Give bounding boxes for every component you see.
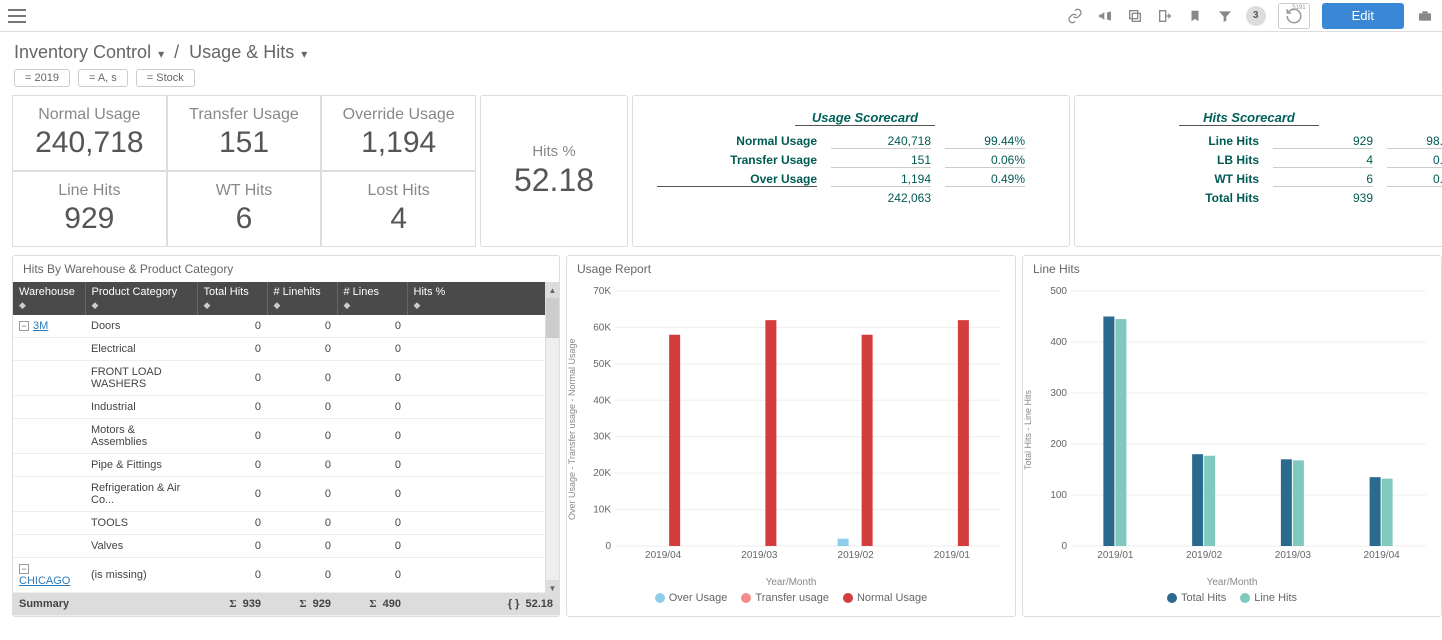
col-product-category[interactable]: Product Category◆ — [85, 282, 197, 315]
hits-scorecard: Hits Scorecard Line Hits92998.94% LB Hit… — [1074, 95, 1442, 247]
col-lines[interactable]: # Lines◆ — [337, 282, 407, 315]
kpi-line-hits: Line Hits929 — [12, 171, 167, 247]
scroll-up-icon[interactable]: ▲ — [546, 282, 559, 298]
col-warehouse[interactable]: Warehouse◆ — [13, 282, 85, 315]
line-hits-title: Line Hits — [1023, 256, 1441, 282]
col-hits-pct[interactable]: Hits %◆ — [407, 282, 559, 315]
svg-text:2019/03: 2019/03 — [741, 550, 778, 561]
hits-table[interactable]: Warehouse◆ Product Category◆ Total Hits◆… — [13, 282, 559, 593]
line-hits-ylabel: Total Hits - Line Hits — [1023, 282, 1033, 577]
svg-text:100: 100 — [1050, 490, 1067, 501]
svg-text:30K: 30K — [593, 432, 611, 443]
svg-text:2019/01: 2019/01 — [1097, 550, 1134, 561]
edit-button[interactable]: Edit — [1322, 3, 1404, 29]
breadcrumb-root[interactable]: Inventory Control ▾ — [14, 42, 164, 62]
svg-text:60K: 60K — [593, 322, 611, 333]
scroll-thumb[interactable] — [546, 298, 559, 338]
svg-text:2019/01: 2019/01 — [934, 550, 971, 561]
kpi-normal-usage: Normal Usage240,718 — [12, 95, 167, 171]
export-icon[interactable] — [1156, 7, 1174, 25]
top-toolbar: 3 5191 Edit — [0, 0, 1442, 32]
filter-icon[interactable] — [1216, 7, 1234, 25]
link-icon[interactable] — [1066, 7, 1084, 25]
svg-text:10K: 10K — [593, 505, 611, 516]
line-hits-panel: Line Hits Total Hits - Line Hits 0 100 200… — [1022, 255, 1442, 617]
kpi-transfer-usage: Transfer Usage151 — [167, 95, 322, 171]
svg-text:2019/02: 2019/02 — [838, 550, 875, 561]
breadcrumb: Inventory Control ▾ / Usage & Hits ▾ — [0, 32, 1442, 69]
table-row[interactable]: −CHICAGO(is missing)0000 — [13, 558, 559, 593]
kpi-override-usage: Override Usage1,194 — [321, 95, 476, 171]
breadcrumb-sep: / — [174, 42, 179, 62]
scroll-down-icon[interactable]: ▼ — [546, 580, 559, 596]
svg-text:2019/04: 2019/04 — [645, 550, 682, 561]
table-row[interactable]: Pipe & Fittings0000 — [13, 454, 559, 477]
kpi-grid: Normal Usage240,718 Transfer Usage151 Ov… — [12, 95, 476, 247]
filter-pill[interactable]: = Stock — [136, 69, 195, 87]
usage-report-chart[interactable]: 0 10K 20K 30K 40K 50K 60K 70K 2019/04 2019/03 2019… — [585, 286, 1005, 566]
usage-report-ylabel: Over Usage - Transfer usage - Normal Usa… — [567, 282, 577, 577]
usage-report-xlabel: Year/Month — [567, 577, 1015, 588]
table-row[interactable]: −3MDoors0000 — [13, 315, 559, 338]
usage-report-panel: Usage Report Over Usage - Transfer usage… — [566, 255, 1016, 617]
col-linehits[interactable]: # Linehits◆ — [267, 282, 337, 315]
svg-text:0: 0 — [605, 541, 611, 552]
kpi-lost-hits: Lost Hits4 — [321, 171, 476, 247]
usage-report-title: Usage Report — [567, 256, 1015, 282]
filter-pill[interactable]: = A, s — [78, 69, 128, 87]
reset-badge: 5191 — [1292, 5, 1305, 11]
hits-table-panel: Hits By Warehouse & Product Category War… — [12, 255, 560, 617]
svg-text:2019/03: 2019/03 — [1275, 550, 1312, 561]
breadcrumb-page[interactable]: Usage & Hits ▾ — [189, 42, 307, 62]
summary-row: Summary Σ 939 Σ 929 Σ 490 { } 52.18 — [13, 593, 559, 616]
svg-text:200: 200 — [1050, 439, 1067, 450]
filter-row: = 2019 = A, s = Stock — [0, 69, 1442, 95]
copy-icon[interactable] — [1126, 7, 1144, 25]
line-hits-chart[interactable]: 0 100 200 300 400 500 2019/01 2019/02 2019/03 201… — [1041, 286, 1431, 566]
svg-text:70K: 70K — [593, 286, 611, 297]
filter-count-badge[interactable]: 3 — [1246, 6, 1266, 26]
svg-text:2019/02: 2019/02 — [1186, 550, 1223, 561]
table-row[interactable]: Electrical0000 — [13, 338, 559, 361]
table-row[interactable]: Industrial0000 — [13, 396, 559, 419]
table-row[interactable]: Refrigeration & Air Co...0000 — [13, 477, 559, 512]
announce-icon[interactable] — [1096, 7, 1114, 25]
hamburger-icon[interactable] — [8, 4, 32, 28]
line-hits-xlabel: Year/Month — [1023, 577, 1441, 588]
briefcase-icon[interactable] — [1416, 7, 1434, 25]
bookmark-icon[interactable] — [1186, 7, 1204, 25]
table-row[interactable]: Valves0000 — [13, 535, 559, 558]
table-row[interactable]: Motors & Assemblies0000 — [13, 419, 559, 454]
svg-text:500: 500 — [1050, 286, 1067, 297]
table-scrollbar[interactable]: ▲ ▼ — [545, 282, 559, 596]
col-total-hits[interactable]: Total Hits◆ — [197, 282, 267, 315]
line-hits-legend: Total Hits Line Hits — [1023, 588, 1441, 608]
kpi-wt-hits: WT Hits6 — [167, 171, 322, 247]
svg-text:400: 400 — [1050, 337, 1067, 348]
usage-scorecard: Usage Scorecard Normal Usage240,71899.44… — [632, 95, 1070, 247]
reset-button[interactable]: 5191 — [1278, 3, 1310, 29]
kpi-hits-pct: Hits % 52.18 — [480, 95, 628, 247]
table-row[interactable]: TOOLS0000 — [13, 512, 559, 535]
svg-text:300: 300 — [1050, 388, 1067, 399]
usage-report-legend: Over Usage Transfer usage Normal Usage — [567, 588, 1015, 608]
hits-table-title: Hits By Warehouse & Product Category — [13, 256, 559, 282]
svg-text:0: 0 — [1061, 541, 1067, 552]
svg-text:40K: 40K — [593, 395, 611, 406]
svg-text:20K: 20K — [593, 468, 611, 479]
svg-text:2019/04: 2019/04 — [1364, 550, 1401, 561]
filter-pill[interactable]: = 2019 — [14, 69, 70, 87]
table-row[interactable]: FRONT LOAD WASHERS0000 — [13, 361, 559, 396]
svg-text:50K: 50K — [593, 359, 611, 370]
